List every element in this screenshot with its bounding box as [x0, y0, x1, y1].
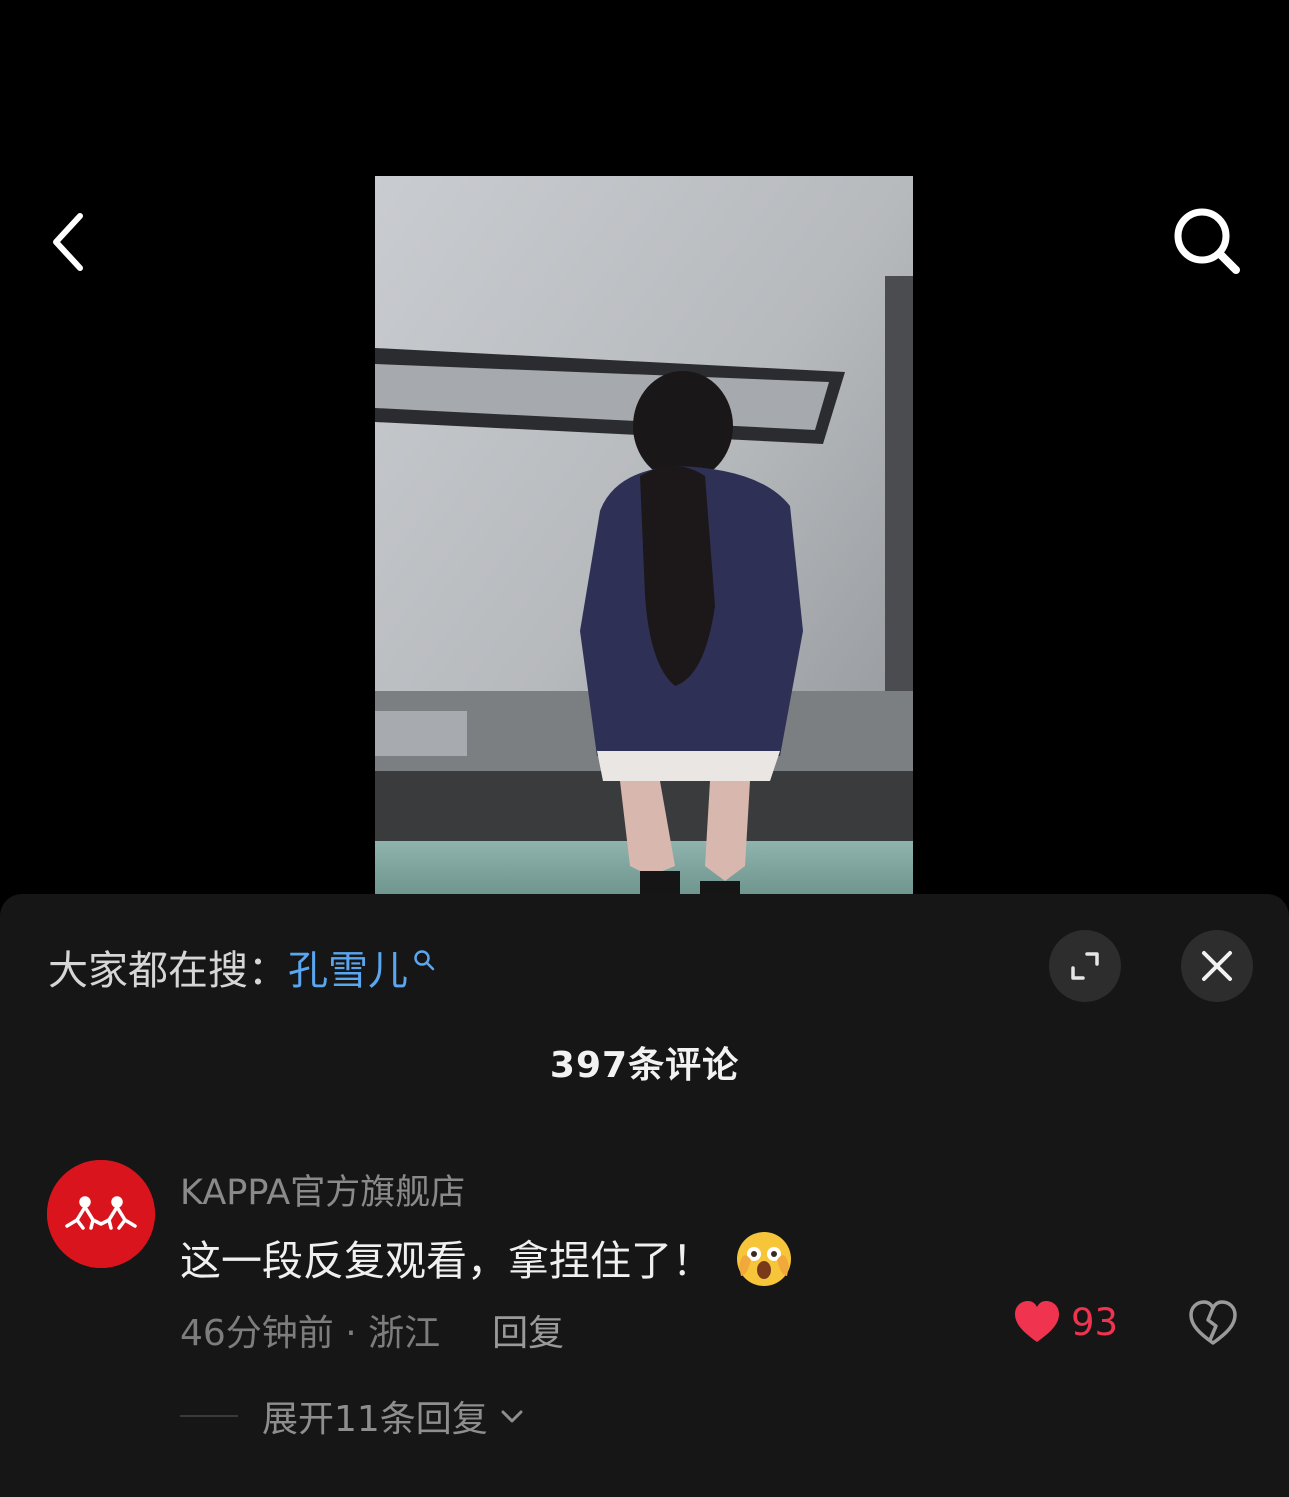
comment-sheet: 大家都在搜： 孔雪儿 397条评论 KAPPA官方旗舰店 这一段反复观看，拿捏住…	[0, 894, 1289, 1497]
heart-icon	[1015, 1301, 1059, 1342]
hot-search-keyword[interactable]: 孔雪儿	[288, 938, 408, 996]
comment-count-title: 397条评论	[549, 1045, 740, 1086]
reply-button[interactable]: 回复	[492, 1304, 564, 1356]
close-icon	[1202, 951, 1232, 981]
avatar[interactable]	[47, 1160, 155, 1268]
search-icon	[1174, 208, 1240, 274]
comment-author[interactable]: KAPPA官方旗舰店	[180, 1164, 465, 1215]
expand-button[interactable]	[1049, 930, 1121, 1002]
like-count: 93	[1071, 1300, 1119, 1344]
dislike-button[interactable]	[1188, 1300, 1238, 1350]
comment-meta: 46分钟前 · 浙江 回复	[180, 1304, 564, 1356]
comment-text-row: 这一段反复观看，拿捏住了！	[180, 1226, 795, 1288]
search-small-icon	[414, 950, 435, 971]
chevron-left-icon	[53, 213, 83, 271]
video-frame-image	[375, 176, 913, 895]
expand-icon	[1071, 952, 1099, 980]
hot-search-prefix: 大家都在搜：	[48, 948, 288, 994]
expand-replies-button[interactable]: 展开11条回复	[180, 1390, 526, 1442]
back-button[interactable]	[40, 206, 100, 276]
close-button[interactable]	[1181, 930, 1253, 1002]
expand-replies-label: 展开11条回复	[262, 1399, 488, 1440]
search-button[interactable]	[1166, 200, 1246, 280]
comment-time-location: 46分钟前 · 浙江	[180, 1313, 441, 1354]
chevron-down-icon	[501, 1410, 523, 1423]
face-with-hands-emoji-icon	[737, 1232, 791, 1286]
screen: 大家都在搜： 孔雪儿 397条评论 KAPPA官方旗舰店 这一段反复观看，拿捏住…	[0, 0, 1289, 1497]
kappa-logo-icon	[47, 1160, 155, 1268]
divider-line	[180, 1415, 238, 1417]
hot-search-bar[interactable]: 大家都在搜： 孔雪儿	[48, 942, 436, 994]
video-player[interactable]	[375, 176, 913, 895]
comment-text: 这一段反复观看，拿捏住了！	[180, 1237, 713, 1285]
like-button[interactable]: 93	[1013, 1300, 1118, 1344]
broken-heart-icon	[1189, 1300, 1237, 1345]
video-area	[0, 0, 1289, 895]
